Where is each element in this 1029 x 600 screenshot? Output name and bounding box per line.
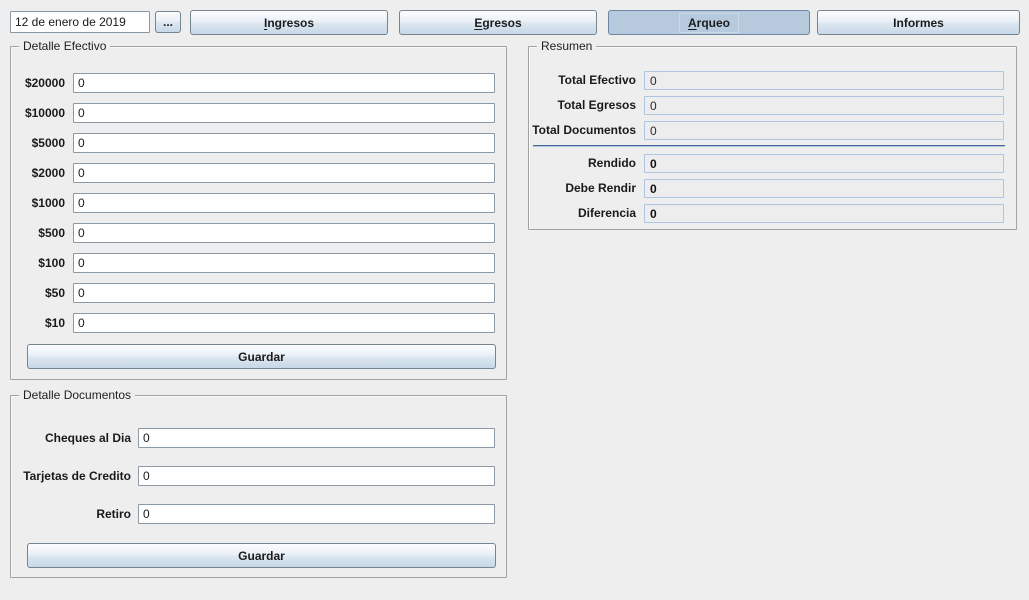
rendido-label: Rendido xyxy=(529,154,636,173)
total-documentos-label: Total Documentos xyxy=(529,121,636,140)
retiro-input[interactable] xyxy=(138,504,495,524)
debe-rendir-label: Debe Rendir xyxy=(529,179,636,198)
denomination-input-10[interactable] xyxy=(73,313,495,333)
panel-detalle-documentos: Detalle Documentos Cheques al Dia Tarjet… xyxy=(10,395,507,578)
denomination-label-1000: $1000 xyxy=(19,193,65,213)
cheques-input[interactable] xyxy=(138,428,495,448)
denomination-input-50[interactable] xyxy=(73,283,495,303)
panel-detalle-efectivo: Detalle Efectivo $20000 $10000 $5000 $20… xyxy=(10,46,507,380)
denomination-input-10000[interactable] xyxy=(73,103,495,123)
denomination-label-50: $50 xyxy=(19,283,65,303)
panel-resumen-title: Resumen xyxy=(537,39,596,53)
diferencia-field: 0 xyxy=(644,204,1004,223)
nav-button-arqueo[interactable]: Arqueo xyxy=(608,10,810,35)
rendido-field: 0 xyxy=(644,154,1004,173)
cheques-label: Cheques al Dia xyxy=(19,428,131,448)
total-egresos-field: 0 xyxy=(644,96,1004,115)
denomination-label-10: $10 xyxy=(19,313,65,333)
nav-button-arqueo-label: Arqueo xyxy=(679,13,739,33)
denomination-label-20000: $20000 xyxy=(19,73,65,93)
denomination-input-1000[interactable] xyxy=(73,193,495,213)
denomination-input-5000[interactable] xyxy=(73,133,495,153)
debe-rendir-field: 0 xyxy=(644,179,1004,198)
denomination-label-2000: $2000 xyxy=(19,163,65,183)
diferencia-label: Diferencia xyxy=(529,204,636,223)
total-efectivo-field: 0 xyxy=(644,71,1004,90)
denomination-label-500: $500 xyxy=(19,223,65,243)
date-input[interactable] xyxy=(10,11,150,33)
total-documentos-field: 0 xyxy=(644,121,1004,140)
denomination-label-5000: $5000 xyxy=(19,133,65,153)
summary-separator xyxy=(533,145,1005,147)
tarjetas-input[interactable] xyxy=(138,466,495,486)
total-efectivo-label: Total Efectivo xyxy=(529,71,636,90)
date-picker-button[interactable]: ... xyxy=(155,11,181,33)
denomination-input-500[interactable] xyxy=(73,223,495,243)
panel-detalle-efectivo-title: Detalle Efectivo xyxy=(19,39,110,53)
nav-button-egresos-label: Egresos xyxy=(465,13,530,33)
nav-button-informes-label: Informes xyxy=(884,13,953,33)
denomination-input-100[interactable] xyxy=(73,253,495,273)
panel-detalle-documentos-title: Detalle Documentos xyxy=(19,388,135,402)
denomination-label-10000: $10000 xyxy=(19,103,65,123)
nav-button-egresos[interactable]: Egresos xyxy=(399,10,597,35)
total-egresos-label: Total Egresos xyxy=(529,96,636,115)
app-window: ... Ingresos Egresos Arqueo Informes Det… xyxy=(0,0,1029,600)
denomination-label-100: $100 xyxy=(19,253,65,273)
nav-button-informes[interactable]: Informes xyxy=(817,10,1020,35)
nav-button-ingresos-label: Ingresos xyxy=(255,13,323,33)
nav-button-ingresos[interactable]: Ingresos xyxy=(190,10,388,35)
tarjetas-label: Tarjetas de Credito xyxy=(19,466,131,486)
save-efectivo-button[interactable]: Guardar xyxy=(27,344,496,369)
denomination-input-20000[interactable] xyxy=(73,73,495,93)
retiro-label: Retiro xyxy=(19,504,131,524)
denomination-input-2000[interactable] xyxy=(73,163,495,183)
save-documentos-button[interactable]: Guardar xyxy=(27,543,496,568)
panel-resumen: Resumen Total Efectivo 0 Total Egresos 0… xyxy=(528,46,1017,230)
